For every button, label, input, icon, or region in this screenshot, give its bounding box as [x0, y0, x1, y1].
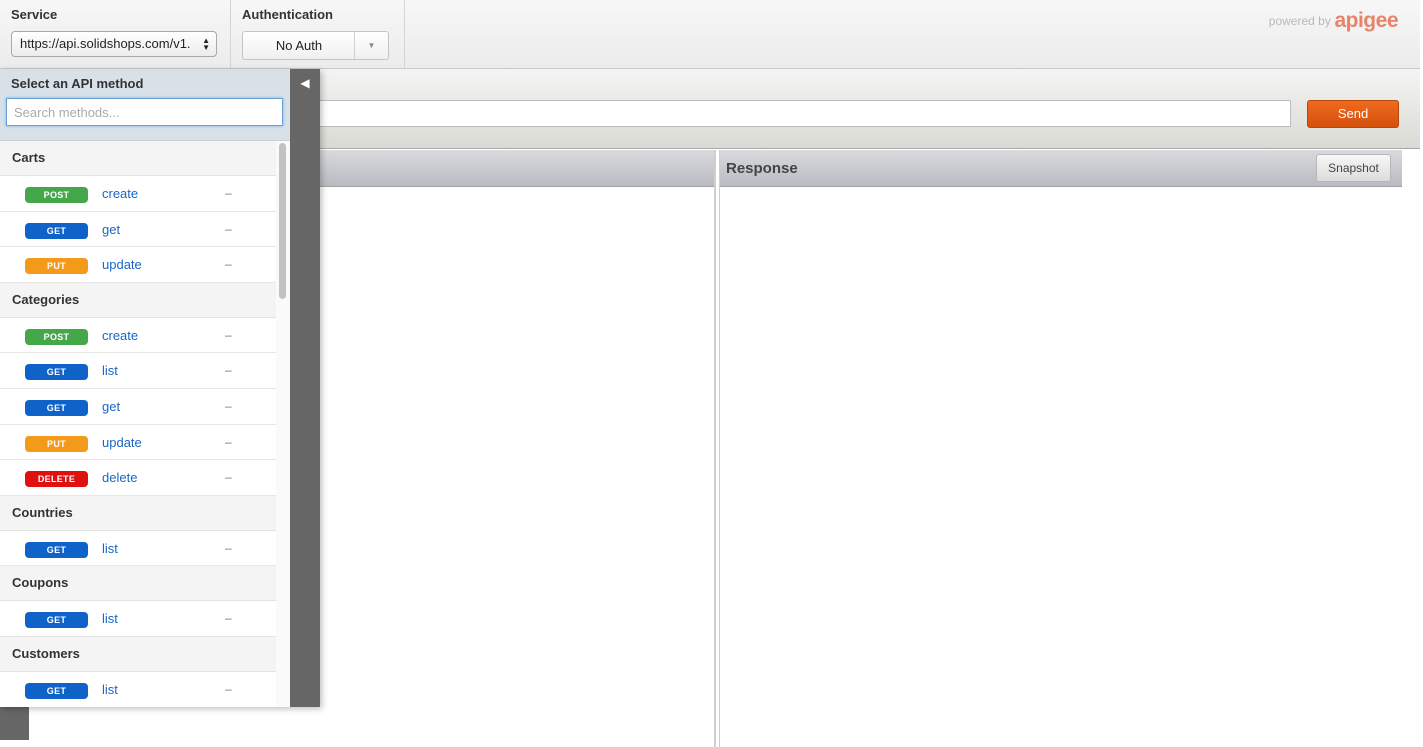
response-pane-header: Response Snapshot: [720, 150, 1402, 187]
method-row[interactable]: PUT update –: [0, 424, 276, 461]
method-drawer-title: Select an API method: [11, 76, 144, 91]
method-description: –: [225, 363, 232, 378]
method-row[interactable]: POST create –: [0, 317, 276, 354]
http-verb-badge: PUT: [25, 258, 88, 275]
http-verb-badge: GET: [25, 222, 88, 239]
http-verb-badge: GET: [25, 364, 88, 381]
method-row[interactable]: GET list –: [0, 530, 276, 567]
http-verb-badge: GET: [25, 612, 88, 629]
auth-dropdown-value: No Auth: [275, 38, 323, 53]
method-name-link[interactable]: list: [102, 363, 118, 378]
method-description: –: [225, 257, 232, 272]
http-verb-badge: PUT: [25, 435, 88, 452]
request-url-input[interactable]: [318, 100, 1291, 127]
response-pane: Response Snapshot: [719, 150, 1420, 747]
method-description: –: [225, 221, 232, 236]
method-row[interactable]: GET get –: [0, 388, 276, 425]
method-drawer-panel: Select an API method CartsPOSTcreate–GET…: [0, 69, 290, 707]
service-select[interactable]: https://api.solidshops.com/v1. ▲ ▼: [11, 31, 217, 57]
response-title: Response: [726, 160, 798, 177]
method-drawer-header: Select an API method: [0, 69, 290, 141]
method-group-title: Coupons: [0, 566, 276, 602]
method-row[interactable]: PUT update –: [0, 247, 276, 283]
method-row[interactable]: GET list –: [0, 671, 276, 707]
send-button[interactable]: Send: [1307, 100, 1399, 128]
method-group-title: Customers: [0, 636, 276, 672]
collapse-arrow-icon[interactable]: ◀: [295, 73, 315, 93]
http-verb-badge: GET: [25, 682, 88, 699]
method-list: Carts POST create – GET get – PUT update – Categor…: [0, 141, 276, 707]
method-description: –: [225, 540, 232, 555]
method-group-title: Carts: [0, 141, 276, 176]
method-name-link[interactable]: list: [102, 682, 118, 697]
method-drawer: ◀ Select an API method CartsPOSTcreate–G…: [0, 69, 320, 707]
auth-section: Authentication No Auth ▼: [231, 0, 405, 68]
method-name-link[interactable]: list: [102, 611, 118, 626]
method-name-link[interactable]: update: [102, 435, 142, 450]
http-verb-badge: GET: [25, 541, 88, 558]
method-name-link[interactable]: create: [102, 328, 138, 343]
select-arrows-icon: ▲ ▼: [202, 36, 210, 52]
method-description: –: [225, 186, 232, 200]
chevron-down-icon[interactable]: ▼: [354, 32, 388, 59]
auth-dropdown[interactable]: No Auth ▼: [242, 31, 389, 60]
method-row[interactable]: GET list –: [0, 353, 276, 389]
method-name-link[interactable]: list: [102, 541, 118, 556]
method-group-title: Countries: [0, 495, 276, 531]
powered-by-logo[interactable]: powered by apigee: [1268, 9, 1399, 33]
method-name-link[interactable]: update: [102, 257, 142, 272]
method-description: –: [225, 327, 232, 342]
http-verb-badge: GET: [25, 399, 88, 416]
method-name-link[interactable]: create: [102, 186, 138, 201]
method-name-link[interactable]: get: [102, 222, 120, 237]
method-list-scrollbar[interactable]: [279, 143, 286, 299]
apigee-logo: apigee: [1334, 9, 1398, 32]
method-description: –: [225, 611, 232, 626]
method-row[interactable]: GET list –: [0, 601, 276, 637]
method-name-link[interactable]: get: [102, 399, 120, 414]
powered-by-text: powered by: [1268, 14, 1331, 28]
top-header: Service https://api.solidshops.com/v1. ▲…: [0, 0, 1420, 69]
search-methods-input[interactable]: [6, 98, 283, 126]
method-description: –: [225, 398, 232, 413]
service-section: Service https://api.solidshops.com/v1. ▲…: [0, 0, 231, 68]
http-verb-badge: DELETE: [25, 471, 88, 488]
method-description: –: [225, 470, 232, 485]
http-verb-badge: POST: [25, 328, 88, 345]
service-select-value: https://api.solidshops.com/v1.: [20, 36, 191, 51]
method-name-link[interactable]: delete: [102, 470, 137, 485]
service-label: Service: [11, 7, 58, 22]
auth-label: Authentication: [242, 7, 333, 22]
method-description: –: [225, 681, 232, 696]
collapsed-drawer-tab[interactable]: [0, 707, 29, 740]
method-row[interactable]: DELETE delete –: [0, 460, 276, 496]
method-row[interactable]: GET get –: [0, 211, 276, 248]
method-group-title: Categories: [0, 282, 276, 318]
http-verb-badge: POST: [25, 187, 88, 203]
method-description: –: [225, 434, 232, 449]
method-row[interactable]: POST create –: [0, 176, 276, 212]
snapshot-button[interactable]: Snapshot: [1316, 154, 1391, 182]
